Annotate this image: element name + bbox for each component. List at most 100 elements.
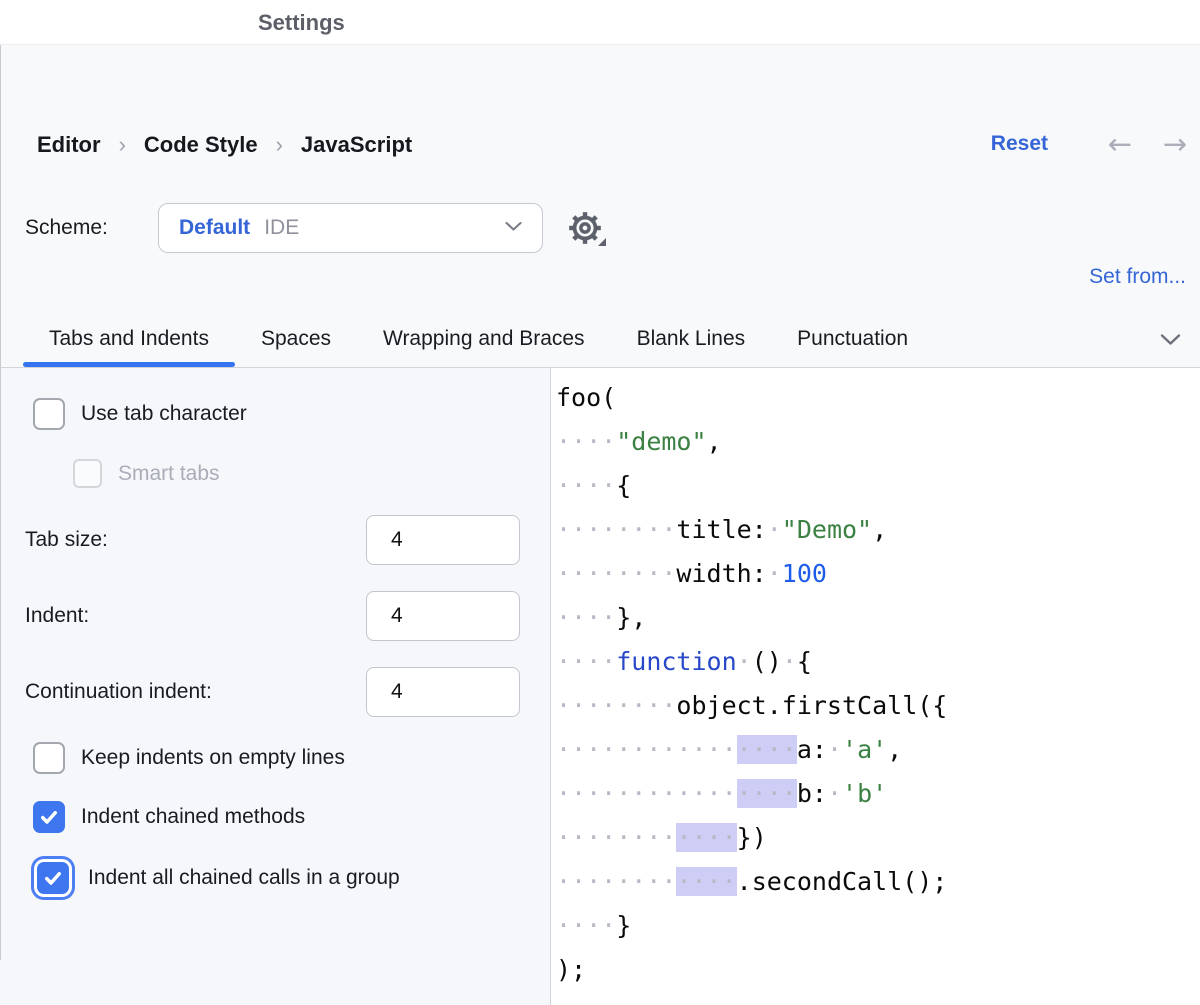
code-token: , — [707, 427, 722, 456]
tab-size-label: Tab size: — [25, 528, 108, 552]
code-token: b: — [797, 779, 827, 808]
code-style-preview: foo(····"demo",····{········title:·"Demo… — [551, 368, 1200, 1005]
whitespace-dots: ············ — [556, 779, 737, 808]
tab-spaces[interactable]: Spaces — [235, 311, 357, 367]
code-token: } — [616, 911, 631, 940]
gear-dropdown-corner-icon — [598, 238, 606, 246]
tab-wrapping-and-braces[interactable]: Wrapping and Braces — [357, 311, 611, 367]
breadcrumb-javascript: JavaScript — [301, 132, 412, 158]
breadcrumb-code-style[interactable]: Code Style — [144, 132, 258, 158]
scheme-label: Scheme: — [25, 216, 108, 240]
code-token: , — [872, 515, 887, 544]
code-token: .secondCall(); — [737, 867, 948, 896]
code-token: 'a' — [842, 735, 887, 764]
whitespace-dots: · — [782, 647, 797, 676]
indent-highlight: ···· — [676, 823, 736, 852]
code-line: ········object.firstCall({ — [556, 684, 1200, 728]
whitespace-dots: · — [767, 515, 782, 544]
breadcrumb: Editor › Code Style › JavaScript — [37, 131, 412, 159]
scheme-value: Default — [179, 216, 250, 240]
back-arrow-icon[interactable]: ← — [1108, 125, 1132, 163]
settings-title-bar: Settings — [0, 0, 1200, 45]
indent-highlight: ···· — [676, 867, 736, 896]
code-token: width: — [676, 559, 766, 588]
indent-label: Indent: — [25, 604, 89, 628]
code-token: 100 — [782, 559, 827, 588]
breadcrumb-separator-icon: › — [276, 132, 283, 158]
code-token: 'b' — [842, 779, 887, 808]
whitespace-dots: · — [827, 735, 842, 764]
code-token: ); — [556, 955, 586, 984]
settings-content: Editor › Code Style › JavaScript Reset ←… — [0, 45, 1200, 960]
code-token: function — [616, 647, 736, 676]
keep-indents-on-empty-lines-label: Keep indents on empty lines — [81, 746, 345, 770]
tab-blank-lines[interactable]: Blank Lines — [611, 311, 772, 367]
code-style-tabbar: Tabs and IndentsSpacesWrapping and Brace… — [1, 311, 1200, 367]
whitespace-dots: ········ — [556, 691, 676, 720]
indent-chained-methods-label: Indent chained methods — [81, 805, 305, 829]
code-line: ············}) — [556, 816, 1200, 860]
keep-indents-on-empty-lines-checkbox[interactable] — [33, 742, 65, 774]
code-line: ····}, — [556, 596, 1200, 640]
use-tab-character-label: Use tab character — [81, 402, 247, 426]
smart-tabs-checkbox[interactable] — [73, 459, 102, 488]
use-tab-character-checkbox[interactable] — [33, 398, 65, 430]
continuation-indent-label: Continuation indent: — [25, 680, 212, 704]
scheme-gear-button[interactable] — [562, 206, 608, 250]
chevron-down-icon — [1160, 333, 1181, 346]
indent-highlight: ···· — [737, 779, 797, 808]
tab-tabs-and-indents[interactable]: Tabs and Indents — [23, 311, 235, 367]
forward-arrow-icon[interactable]: → — [1163, 125, 1187, 163]
smart-tabs-label: Smart tabs — [118, 462, 220, 486]
whitespace-dots: ········ — [556, 559, 676, 588]
code-token: title: — [676, 515, 766, 544]
whitespace-dots: · — [737, 647, 752, 676]
continuation-indent-input[interactable] — [366, 667, 520, 717]
whitespace-dots: ········ — [556, 867, 676, 896]
breadcrumb-separator-icon: › — [119, 132, 126, 158]
tabs-overflow-button[interactable] — [1153, 311, 1187, 367]
code-line: ················a:·'a', — [556, 728, 1200, 772]
code-token: "demo" — [616, 427, 706, 456]
code-token: }) — [737, 823, 767, 852]
dialog-title: Settings — [258, 10, 345, 36]
code-token: a: — [797, 735, 827, 764]
whitespace-dots: ············ — [556, 735, 737, 764]
whitespace-dots: ········ — [556, 515, 676, 544]
chevron-down-icon — [505, 219, 522, 237]
indent-chained-methods-checkbox[interactable] — [33, 801, 65, 833]
code-token: { — [616, 471, 631, 500]
whitespace-dots: ···· — [556, 471, 616, 500]
code-line: ········width:·100 — [556, 552, 1200, 596]
indent-all-chained-calls-label: Indent all chained calls in a group — [88, 866, 400, 890]
reset-link[interactable]: Reset — [991, 132, 1048, 156]
code-token: foo( — [556, 383, 616, 412]
code-token: , — [887, 735, 902, 764]
whitespace-dots: ········ — [556, 823, 676, 852]
code-line: ····"demo", — [556, 420, 1200, 464]
breadcrumb-editor[interactable]: Editor — [37, 132, 101, 158]
whitespace-dots: ···· — [556, 647, 616, 676]
code-token: }, — [616, 603, 646, 632]
whitespace-dots: ···· — [556, 911, 616, 940]
scheme-value-suffix: IDE — [264, 216, 299, 240]
whitespace-dots: ···· — [556, 427, 616, 456]
tab-size-input[interactable] — [366, 515, 520, 565]
code-token: () — [752, 647, 782, 676]
whitespace-dots: ···· — [556, 603, 616, 632]
tab-punctuation[interactable]: Punctuation — [771, 311, 934, 367]
set-from-link[interactable]: Set from... — [1089, 265, 1186, 289]
code-line: foo( — [556, 376, 1200, 420]
scheme-select[interactable]: Default IDE — [158, 203, 543, 253]
code-token: "Demo" — [782, 515, 872, 544]
code-line: ········title:·"Demo", — [556, 508, 1200, 552]
indent-all-chained-calls-checkbox[interactable] — [37, 862, 69, 894]
code-line: ················b:·'b' — [556, 772, 1200, 816]
code-token: { — [797, 647, 812, 676]
code-token: object.firstCall({ — [676, 691, 947, 720]
indent-input[interactable] — [366, 591, 520, 641]
whitespace-dots: · — [767, 559, 782, 588]
indent-highlight: ···· — [737, 735, 797, 764]
code-line: ); — [556, 948, 1200, 992]
whitespace-dots: · — [827, 779, 842, 808]
